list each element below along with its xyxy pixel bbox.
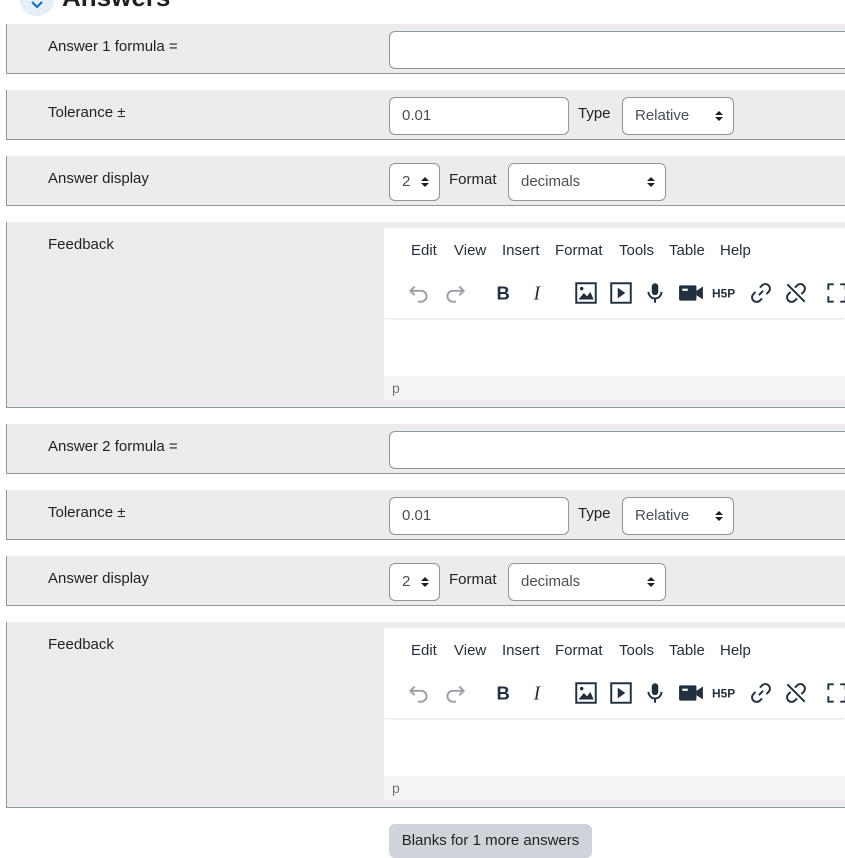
menu-table[interactable]: Table	[669, 642, 705, 659]
answer-1-display-label: Answer display	[48, 170, 149, 187]
redo-icon[interactable]	[442, 680, 468, 706]
answer-1-display-select[interactable]: 2	[389, 163, 440, 201]
menu-help[interactable]: Help	[720, 242, 751, 259]
select-arrows-icon	[647, 177, 655, 187]
menu-format[interactable]: Format	[555, 242, 603, 259]
italic-icon[interactable]: I	[525, 680, 551, 706]
answer-2-tolerance-input[interactable]: 0.01	[389, 497, 569, 535]
answer-2-format-value: decimals	[521, 573, 581, 590]
menu-tools[interactable]: Tools	[619, 242, 654, 259]
editor-statusbar: p	[384, 776, 845, 800]
answers-section-header: Answers	[0, 0, 845, 20]
redo-icon[interactable]	[442, 280, 468, 306]
editor-menubar: Edit View Insert Format Tools Table Help	[384, 228, 845, 272]
unlink-icon[interactable]	[783, 680, 809, 706]
editor-toolbar: B I H5P	[384, 272, 845, 318]
answer-2-type-label: Type	[578, 505, 611, 522]
svg-text:B: B	[497, 283, 510, 304]
media-icon[interactable]	[608, 680, 634, 706]
select-arrows-icon	[715, 511, 723, 521]
select-arrows-icon	[715, 111, 723, 121]
bold-icon[interactable]: B	[490, 280, 516, 306]
menu-tools[interactable]: Tools	[619, 642, 654, 659]
answer-2-display-label: Answer display	[48, 570, 149, 587]
svg-text:H5P: H5P	[712, 686, 735, 700]
svg-text:I: I	[533, 284, 542, 305]
menu-help[interactable]: Help	[720, 642, 751, 659]
editor-statusbar: p	[384, 376, 845, 400]
answer-2-display-select[interactable]: 2	[389, 563, 440, 601]
answer-2-format-select[interactable]: decimals	[508, 563, 666, 601]
bold-icon[interactable]: B	[490, 680, 516, 706]
undo-icon[interactable]	[406, 680, 432, 706]
select-arrows-icon	[421, 577, 429, 587]
image-icon[interactable]	[573, 280, 599, 306]
menu-insert[interactable]: Insert	[502, 642, 540, 659]
answer-1-format-value: decimals	[521, 173, 581, 190]
answer-1-feedback-label: Feedback	[48, 236, 114, 253]
link-icon[interactable]	[748, 280, 774, 306]
menu-edit[interactable]: Edit	[411, 242, 437, 259]
fullscreen-icon[interactable]	[824, 280, 845, 306]
italic-icon[interactable]: I	[525, 280, 551, 306]
answer-1-type-value: Relative	[635, 107, 690, 124]
menu-view[interactable]: View	[454, 242, 486, 259]
answer-2-type-select[interactable]: Relative	[622, 497, 734, 535]
menu-insert[interactable]: Insert	[502, 242, 540, 259]
answer-1-feedback-editor: Edit View Insert Format Tools Table Help…	[384, 228, 845, 400]
chevron-down-icon	[31, 1, 43, 9]
answer-1-format-select[interactable]: decimals	[508, 163, 666, 201]
editor-content-area[interactable]	[384, 318, 845, 377]
answer-1-formula-label: Answer 1 formula =	[48, 38, 178, 55]
editor-content-area[interactable]	[384, 718, 845, 777]
h5p-icon[interactable]: H5P	[712, 680, 738, 706]
h5p-icon[interactable]: H5P	[712, 280, 738, 306]
media-icon[interactable]	[608, 280, 634, 306]
answer-2-feedback-label: Feedback	[48, 636, 114, 653]
svg-text:H5P: H5P	[712, 286, 735, 300]
svg-text:B: B	[497, 683, 510, 704]
fullscreen-icon[interactable]	[824, 680, 845, 706]
answer-2-format-label: Format	[449, 571, 497, 588]
record-audio-icon[interactable]	[642, 680, 668, 706]
answer-1-type-label: Type	[578, 105, 611, 122]
record-video-icon[interactable]	[678, 680, 704, 706]
answer-1-tolerance-label: Tolerance ±	[48, 104, 126, 121]
answer-2-feedback-editor: Edit View Insert Format Tools Table Help…	[384, 628, 845, 800]
answer-2-tolerance-label: Tolerance ±	[48, 504, 126, 521]
menu-edit[interactable]: Edit	[411, 642, 437, 659]
select-arrows-icon	[421, 177, 429, 187]
editor-menubar: Edit View Insert Format Tools Table Help	[384, 628, 845, 672]
editor-element-path[interactable]: p	[392, 780, 400, 796]
undo-icon[interactable]	[406, 280, 432, 306]
svg-text:I: I	[533, 684, 542, 705]
editor-toolbar: B I H5P	[384, 672, 845, 718]
answer-2-type-value: Relative	[635, 507, 690, 524]
record-video-icon[interactable]	[678, 280, 704, 306]
select-arrows-icon	[647, 577, 655, 587]
answer-2-formula-input[interactable]	[389, 431, 845, 469]
record-audio-icon[interactable]	[642, 280, 668, 306]
answer-1-format-label: Format	[449, 171, 497, 188]
answer-1-formula-input[interactable]	[389, 31, 845, 69]
add-more-answers-button[interactable]: Blanks for 1 more answers	[389, 824, 592, 858]
answer-2-formula-label: Answer 2 formula =	[48, 438, 178, 455]
section-title: Answers	[62, 0, 170, 10]
editor-element-path[interactable]: p	[392, 380, 400, 396]
menu-table[interactable]: Table	[669, 242, 705, 259]
answer-1-tolerance-input[interactable]: 0.01	[389, 97, 569, 135]
menu-view[interactable]: View	[454, 642, 486, 659]
unlink-icon[interactable]	[783, 280, 809, 306]
link-icon[interactable]	[748, 680, 774, 706]
image-icon[interactable]	[573, 680, 599, 706]
answer-2-display-value: 2	[402, 573, 411, 590]
answer-1-display-value: 2	[402, 173, 411, 190]
answer-1-type-select[interactable]: Relative	[622, 97, 734, 135]
menu-format[interactable]: Format	[555, 642, 603, 659]
collapse-section-button[interactable]	[20, 0, 54, 16]
